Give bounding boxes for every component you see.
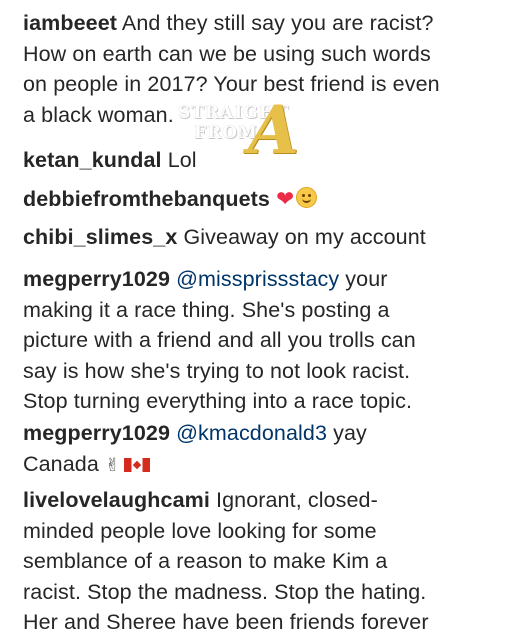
comment-username[interactable]: livelovelaughcami [23,488,210,512]
comment-text: making it a race thing. She's posting a [23,297,390,322]
comment-text: semblance of a reason to make Kim a [23,549,388,573]
comment-username[interactable]: megperry1029 [23,421,170,445]
comment-text: your [345,267,388,291]
comment-text: racist. Stop the madness. Stop the hatin… [23,579,427,604]
comments-screen: iambeeet And they still say you are raci… [0,0,520,634]
comment-text: Canada [23,451,99,476]
comment-text: on people in 2017? Your best friend is e… [23,72,440,96]
smiling-face-icon [296,187,318,208]
victory-hand-icon: ✌ [105,454,121,475]
comment-chibi-slimes-x: chibi_slimes_x Giveaway on my account [23,222,503,253]
comment-megperry1029-2: megperry1029 @kmacdonald3 yay Canada ✌ [23,418,503,479]
comment-text: Giveaway on my account [183,225,426,249]
comment-username[interactable]: megperry1029 [23,267,170,291]
canada-flag-icon [124,457,151,472]
comment-iambeeet: iambeeet And they still say you are raci… [23,8,503,130]
comment-ketan-kundal: ketan_kundal Lol [23,145,503,176]
comment-livelovelaughcami: livelovelaughcami Ignorant, closed- mind… [23,485,503,638]
comment-text: say is how she's trying to not look raci… [23,358,411,383]
comment-username[interactable]: ketan_kundal [23,148,162,172]
comment-text: Stop turning everything into a race topi… [23,389,413,413]
comment-text: a black woman. [23,102,174,127]
comment-text: How on earth can we be using such words [23,41,431,66]
comment-username[interactable]: debbiefromthebanquets [23,187,270,211]
comment-debbiefromthebanquets: debbiefromthebanquets ❤ [23,184,503,215]
comment-megperry1029-1: megperry1029 @missprissstacy your making… [23,264,503,417]
comment-username[interactable]: iambeeet [23,11,117,35]
comment-text: Ignorant, closed- [216,488,378,512]
mention-link[interactable]: @kmacdonald3 [176,421,327,445]
red-heart-icon: ❤ [276,187,295,211]
comment-text: And they still say you are racist? [121,11,434,35]
mention-link[interactable]: @missprissstacy [176,267,339,291]
comment-text: yay [333,421,367,445]
comment-text: Her and Sheree have been friends forever [23,610,429,634]
comment-text: Lol [167,148,197,172]
comment-text: minded people love looking for some [23,518,377,543]
comment-username[interactable]: chibi_slimes_x [23,225,177,249]
comment-text: picture with a friend and all you trolls… [23,328,416,352]
